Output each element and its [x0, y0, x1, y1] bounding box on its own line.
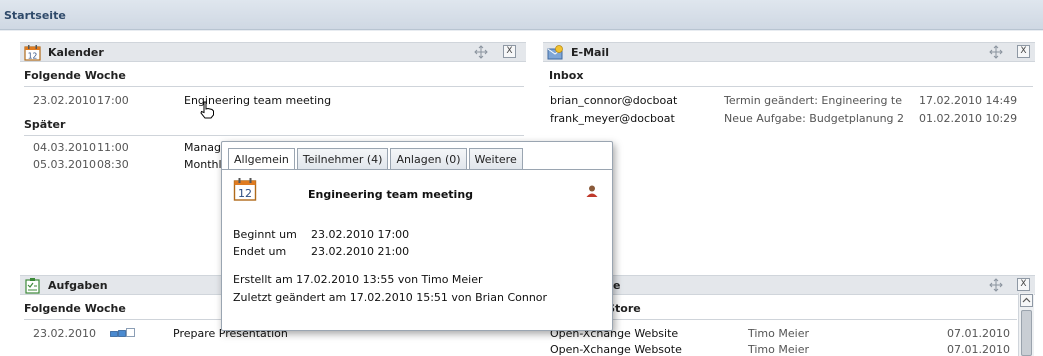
ends-value: 23.02.2010 21:00 [311, 245, 410, 258]
chevron-up-icon [1022, 297, 1031, 303]
email-from: frank_meyer@docboat [550, 112, 675, 125]
appointment-date: 04.03.2010 [33, 141, 96, 154]
email-widget-title: E-Mail [571, 46, 609, 59]
tasks-icon [25, 278, 40, 294]
email-close-button[interactable]: X [1017, 45, 1030, 58]
appointment-time: 11:00 [97, 141, 129, 154]
calendar-close-button[interactable]: X [503, 45, 516, 58]
divider [549, 319, 1017, 320]
ends-label: Endet um [233, 245, 287, 258]
move-icon[interactable] [989, 45, 1003, 59]
hand-cursor-icon [200, 101, 214, 119]
created-info: Erstellt am 17.02.2010 13:55 von Timo Me… [233, 273, 483, 286]
tasks-section-next-week: Folgende Woche [24, 302, 126, 315]
divider [24, 86, 524, 87]
calendar-icon: 12 [24, 45, 41, 61]
file-name: Open-Xchange Websote [550, 343, 682, 356]
tab-allgemein[interactable]: Allgemein [228, 148, 295, 170]
starts-value: 23.02.2010 17:00 [311, 228, 410, 241]
email-datetime: 17.02.2010 14:49 [919, 94, 1018, 107]
appointment-time: 08:30 [97, 158, 129, 171]
tasks-widget-title: Aufgaben [48, 279, 108, 292]
starts-label: Beginnt um [233, 228, 297, 241]
email-widget-header[interactable]: E-Mail X [543, 42, 1035, 62]
appointment-date: 05.03.2010 [33, 158, 96, 171]
infostore-widget-header[interactable]: e X [543, 275, 1035, 295]
divider [222, 169, 612, 170]
popup-tabs: Allgemein Teilnehmer (4) Anlagen (0) Wei… [228, 148, 523, 170]
dashboard: 12 Kalender X Folgende Woche 23.02.2010 … [0, 31, 1043, 356]
page-header: Startseite [0, 0, 1043, 30]
appointment-calendar-icon-day: 12 [238, 187, 252, 200]
divider [549, 86, 1033, 87]
appointment-date: 23.02.2010 [33, 94, 96, 107]
infostore-scrollbar[interactable] [1018, 293, 1034, 356]
task-progress-icon [110, 328, 135, 337]
file-owner: Timo Meier [748, 327, 809, 340]
appointment-popup: Allgemein Teilnehmer (4) Anlagen (0) Wei… [221, 141, 613, 331]
appointment-calendar-icon: 12 [233, 178, 257, 201]
move-icon[interactable] [474, 45, 488, 59]
file-owner: Timo Meier [748, 343, 809, 356]
participant-icon[interactable] [585, 184, 599, 198]
email-widget: E-Mail X Inbox brian_connor@docboat Term… [543, 42, 1035, 262]
email-from: brian_connor@docboat [550, 94, 678, 107]
popup-title: Engineering team meeting [308, 188, 474, 201]
divider [24, 135, 524, 136]
email-section-inbox: Inbox [549, 69, 584, 82]
file-date: 07.01.2010 [947, 327, 1010, 340]
email-subject: Neue Aufgabe: Budgetplanung 2 [724, 112, 905, 125]
email-datetime: 01.02.2010 10:29 [919, 112, 1018, 125]
tab-weitere[interactable]: Weitere [468, 148, 523, 169]
email-subject: Termin geändert: Engineering te [724, 94, 903, 107]
move-icon[interactable] [989, 278, 1003, 292]
page-title: Startseite [4, 9, 66, 22]
tab-teilnehmer[interactable]: Teilnehmer (4) [296, 148, 389, 169]
email-icon [547, 45, 563, 60]
infostore-close-button[interactable]: X [1017, 278, 1030, 291]
infostore-widget-title: e [613, 279, 621, 292]
scroll-thumb[interactable] [1021, 310, 1032, 356]
scroll-up-button[interactable] [1020, 294, 1033, 307]
file-date: 07.01.2010 [947, 343, 1010, 356]
task-date: 23.02.2010 [33, 327, 96, 340]
modified-info: Zuletzt geändert am 17.02.2010 15:51 von… [233, 291, 548, 304]
calendar-widget-title: Kalender [48, 46, 104, 59]
appointment-subject[interactable]: Monthl [184, 158, 222, 171]
calendar-widget-header[interactable]: 12 Kalender X [20, 42, 526, 62]
tab-anlagen[interactable]: Anlagen (0) [390, 148, 467, 169]
calendar-section-later: Später [24, 118, 66, 131]
calendar-section-next-week: Folgende Woche [24, 69, 126, 82]
appointment-subject[interactable]: Manag [184, 141, 221, 154]
calendar-icon-day: 12 [28, 52, 38, 61]
infostore-widget: e X Mein InfoStore Open-Xchange Website … [543, 275, 1035, 356]
appointment-time: 17:00 [97, 94, 129, 107]
